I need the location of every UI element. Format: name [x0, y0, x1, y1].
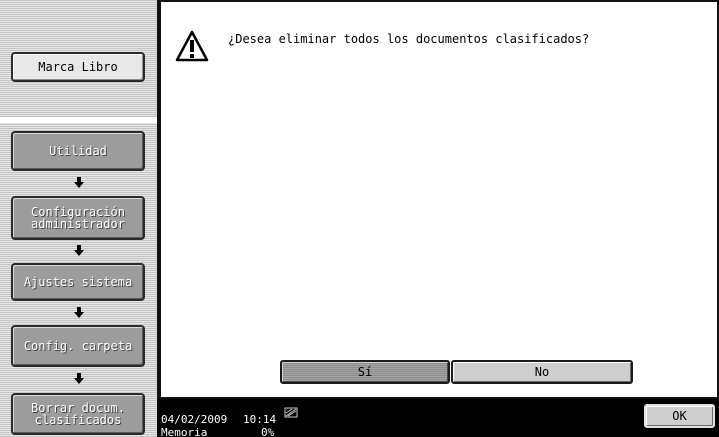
path-utilidad-button[interactable]: Utilidad — [11, 131, 145, 171]
status-time: 10:14 — [243, 413, 277, 426]
dialog-message: ¿Desea eliminar todos los documentos cla… — [228, 32, 590, 46]
ok-button[interactable]: OK — [644, 404, 715, 428]
confirm-dialog: ¿Desea eliminar todos los documentos cla… — [161, 0, 719, 399]
status-memory-label: Memoria — [161, 426, 208, 437]
no-button[interactable]: No — [451, 360, 633, 384]
panel-divider — [0, 117, 157, 123]
status-date: 04/02/2009 — [161, 413, 228, 426]
marca-libro-button[interactable]: Marca Libro — [11, 52, 145, 82]
left-panel: Marca Libro Utilidad Configuración admin… — [0, 0, 157, 437]
warning-icon — [175, 30, 209, 62]
path-config-carpeta-button[interactable]: Config. carpeta — [11, 325, 145, 367]
path-ajustes-sistema-button[interactable]: Ajustes sistema — [11, 263, 145, 301]
status-memory-value: 0% — [261, 426, 275, 437]
path-borrar-docum-clasificados-button[interactable]: Borrar docum. clasificados — [11, 393, 145, 435]
network-icon — [284, 404, 298, 418]
down-arrow-icon — [74, 373, 84, 385]
status-bar: 04/02/2009 10:14 Memoria 0% OK — [157, 399, 719, 437]
yes-button[interactable]: Sí — [280, 360, 450, 384]
path-configuracion-administrador-button[interactable]: Configuración administrador — [11, 196, 145, 240]
down-arrow-icon — [74, 307, 84, 319]
down-arrow-icon — [74, 245, 84, 257]
down-arrow-icon — [74, 177, 84, 189]
